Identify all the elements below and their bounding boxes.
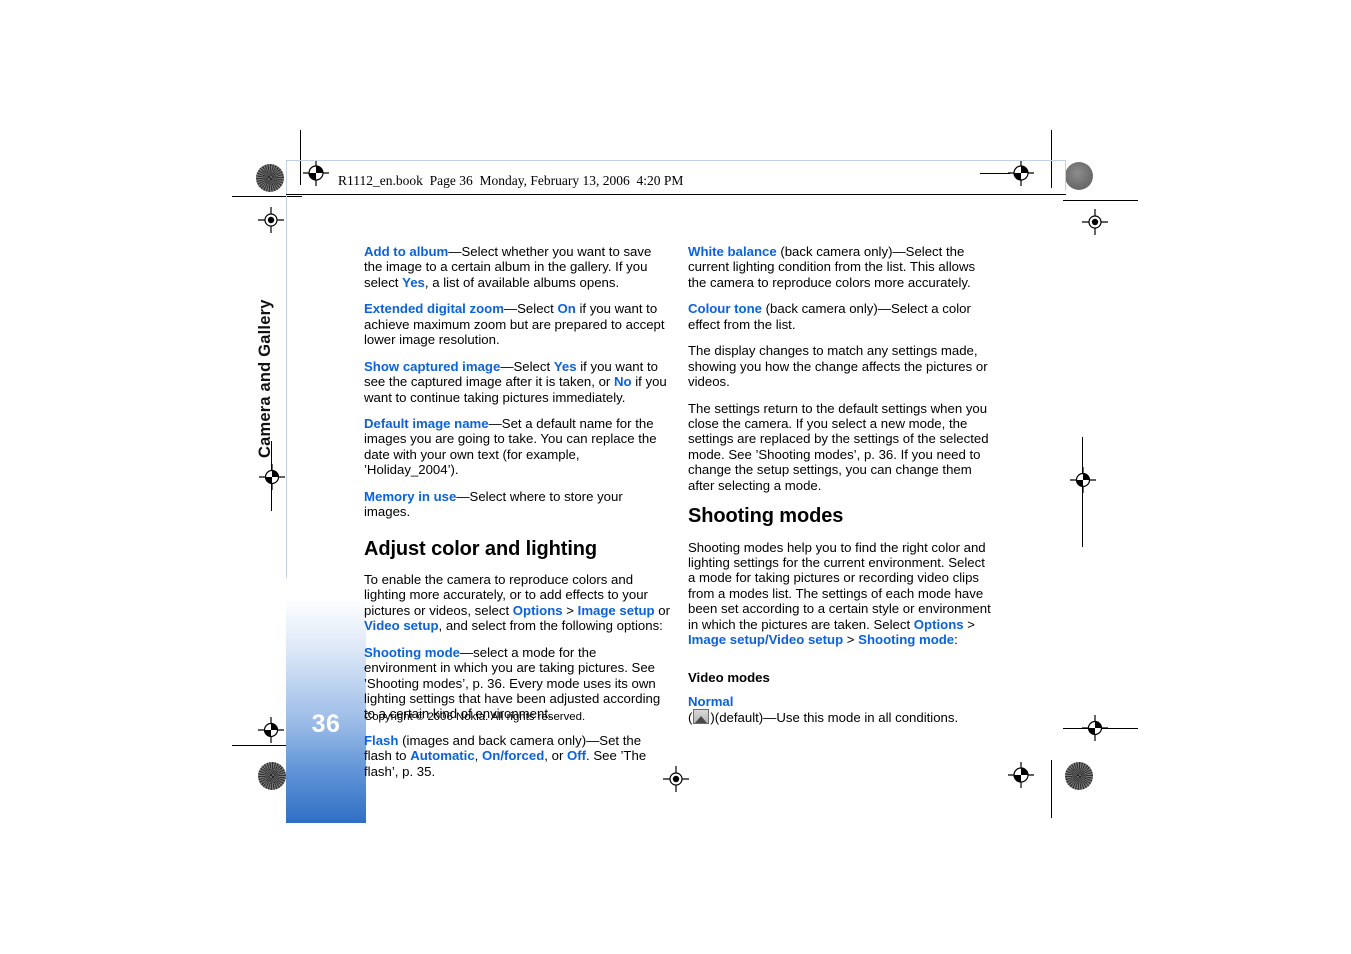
term-extended-digital-zoom: Extended digital zoom	[364, 301, 504, 317]
paragraph-normal-mode: Normal ( )(default)—Use this mode in all …	[688, 694, 994, 726]
registration-mark-left-middle	[259, 464, 285, 490]
text-sm-sep1: >	[963, 616, 975, 632]
subheading-video-modes: Video modes	[688, 669, 770, 685]
heading-shooting-modes: Shooting modes	[688, 505, 844, 528]
halftone-target-bottom-right	[1065, 762, 1093, 790]
term-automatic: Automatic	[410, 748, 475, 764]
paragraph-extended-digital-zoom: Extended digital zoom—Select On if you w…	[364, 301, 670, 347]
term-memory-in-use: Memory in use	[364, 488, 457, 504]
trim-line	[1063, 200, 1138, 201]
text-normal-before-icon: (	[688, 710, 693, 726]
header-rule	[286, 194, 1066, 195]
paragraph-shooting-modes-intro: Shooting modes help you to find the righ…	[688, 540, 994, 648]
term-default-image-name: Default image name	[364, 415, 489, 431]
term-add-to-album: Add to album	[364, 244, 449, 259]
chapter-color-strip	[286, 578, 366, 823]
term-video-setup: Video setup	[364, 618, 439, 634]
term-options-2: Options	[913, 616, 964, 632]
text-sm-2: :	[954, 632, 958, 648]
term-normal: Normal	[688, 694, 734, 710]
paragraph-colour-tone: Colour tone (back camera only)—Select a …	[688, 301, 994, 332]
term-on-forced: On/forced	[482, 748, 545, 764]
left-column: Add to album—Select whether you want to …	[364, 244, 670, 790]
term-show-captured-image: Show captured image	[364, 358, 501, 374]
page-number: 36	[311, 710, 341, 738]
term-yes-2: Yes	[553, 358, 577, 374]
term-flash: Flash	[364, 732, 399, 748]
term-off: Off	[567, 748, 587, 764]
paragraph-show-captured-image: Show captured image—Select Yes if you wa…	[364, 359, 670, 405]
text-flash-sep2: , or	[544, 748, 567, 764]
registration-mark-right-upper	[1082, 209, 1108, 235]
text-show-captured-1: —Select	[500, 358, 554, 374]
paragraph-adjust-intro: To enable the camera to reproduce colors…	[364, 572, 670, 634]
landscape-mode-icon	[693, 709, 710, 725]
paragraph-flash: Flash (images and back camera only)—Set …	[364, 733, 670, 779]
registration-mark-right-middle	[1070, 467, 1096, 493]
text-flash-sep1: ,	[474, 748, 482, 764]
term-options: Options	[512, 602, 563, 618]
halftone-target-top-right	[1065, 162, 1093, 190]
term-yes: Yes	[402, 274, 425, 290]
registration-mark-left-lower	[258, 717, 284, 743]
text-add-to-album-2: , a list of available albums opens.	[424, 274, 620, 290]
text-settings-return: The settings return to the default setti…	[688, 400, 989, 493]
term-white-balance: White balance	[688, 244, 777, 259]
term-no: No	[613, 374, 632, 390]
text-adjust-sep1: >	[562, 602, 578, 618]
book-header-stamp: R1112_en.book Page 36 Monday, February 1…	[338, 173, 684, 188]
term-colour-tone: Colour tone	[688, 301, 762, 317]
text-display-changes: The display changes to match any setting…	[688, 343, 988, 390]
term-shooting-mode-2: Shooting mode	[858, 632, 955, 648]
registration-mark-right-lower	[1082, 715, 1108, 741]
paragraph-add-to-album: Add to album—Select whether you want to …	[364, 244, 670, 290]
halftone-target-bottom-left	[258, 762, 286, 790]
text-adjust-2: , and select from the following options:	[438, 618, 663, 634]
term-shooting-mode: Shooting mode	[364, 644, 460, 660]
paragraph-default-image-name: Default image name—Set a default name fo…	[364, 416, 670, 478]
text-sm-sep2: >	[843, 632, 859, 648]
right-column: White balance (back camera only)—Select …	[688, 244, 994, 737]
copyright-notice: Copyright © 2006 Nokia. All rights reser…	[364, 711, 586, 723]
heading-adjust-color-and-lighting: Adjust color and lighting	[364, 537, 598, 560]
halftone-target-top-left	[256, 164, 284, 192]
term-on: On	[557, 301, 576, 317]
paragraph-white-balance: White balance (back camera only)—Select …	[688, 244, 994, 290]
term-image-setup-2: Image setup	[688, 632, 765, 648]
term-image-setup: Image setup	[577, 602, 655, 618]
paragraph-settings-return: The settings return to the default setti…	[688, 401, 994, 494]
text-adjust-sep2: or	[654, 602, 670, 618]
paragraph-memory-in-use: Memory in use—Select where to store your…	[364, 489, 670, 520]
term-video-setup-2: Video setup	[768, 632, 844, 648]
paragraph-display-changes: The display changes to match any setting…	[688, 343, 994, 389]
text-ext-zoom-1: —Select	[503, 301, 558, 317]
text-normal-after-icon: )(default)—Use this mode in all conditio…	[710, 710, 959, 726]
manual-page: R1112_en.book Page 36 Monday, February 1…	[256, 158, 1066, 823]
chapter-tab-label: Camera and Gallery	[256, 299, 274, 458]
